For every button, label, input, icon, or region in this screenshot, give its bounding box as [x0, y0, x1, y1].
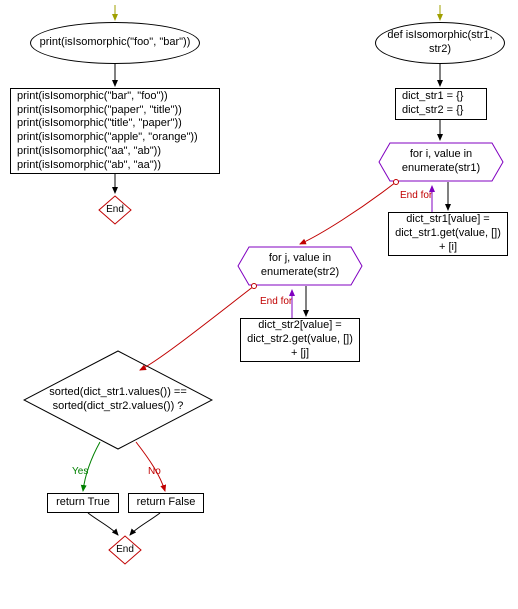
def-label: def isIsomorphic(str1, str2) [380, 29, 500, 57]
return-true-text: return True [56, 496, 110, 510]
endfor2-label: End for [260, 296, 292, 307]
print-block: print(isIsomorphic("bar", "foo")) print(… [10, 88, 220, 174]
decision-text: sorted(dict_str1.values()) == sorted(dic… [27, 386, 209, 414]
end-left: End [98, 195, 132, 225]
end-left-label: End [106, 204, 124, 217]
for1-hex: for i, value in enumerate(str1) [378, 142, 504, 182]
start-ellipse-left: print(isIsomorphic("foo", "bar")) [30, 22, 200, 64]
print-block-text: print(isIsomorphic("bar", "foo")) print(… [17, 90, 198, 173]
return-false-text: return False [137, 496, 196, 510]
for2-body: dict_str2[value] = dict_str2.get(value, … [240, 318, 360, 362]
for1-body: dict_str1[value] = dict_str1.get(value, … [388, 212, 508, 256]
def-ellipse: def isIsomorphic(str1, str2) [375, 22, 505, 64]
return-true: return True [47, 493, 119, 513]
end-right: End [108, 535, 142, 565]
for2-label: for j, value in enumerate(str2) [241, 252, 359, 280]
decision-diamond: sorted(dict_str1.values()) == sorted(dic… [23, 350, 213, 450]
for2-body-text: dict_str2[value] = dict_str2.get(value, … [245, 319, 355, 360]
init-dicts-text: dict_str1 = {} dict_str2 = {} [402, 90, 463, 118]
endfor1-label: End for [400, 190, 432, 201]
yes-label: Yes [72, 466, 88, 477]
for1-body-text: dict_str1[value] = dict_str1.get(value, … [393, 213, 503, 254]
for2-hex: for j, value in enumerate(str2) [237, 246, 363, 286]
return-false: return False [128, 493, 204, 513]
no-label: No [148, 466, 161, 477]
start-left-label: print(isIsomorphic("foo", "bar")) [40, 36, 191, 50]
init-dicts: dict_str1 = {} dict_str2 = {} [395, 88, 487, 120]
for1-label: for i, value in enumerate(str1) [382, 148, 500, 176]
end-right-label: End [116, 544, 134, 557]
